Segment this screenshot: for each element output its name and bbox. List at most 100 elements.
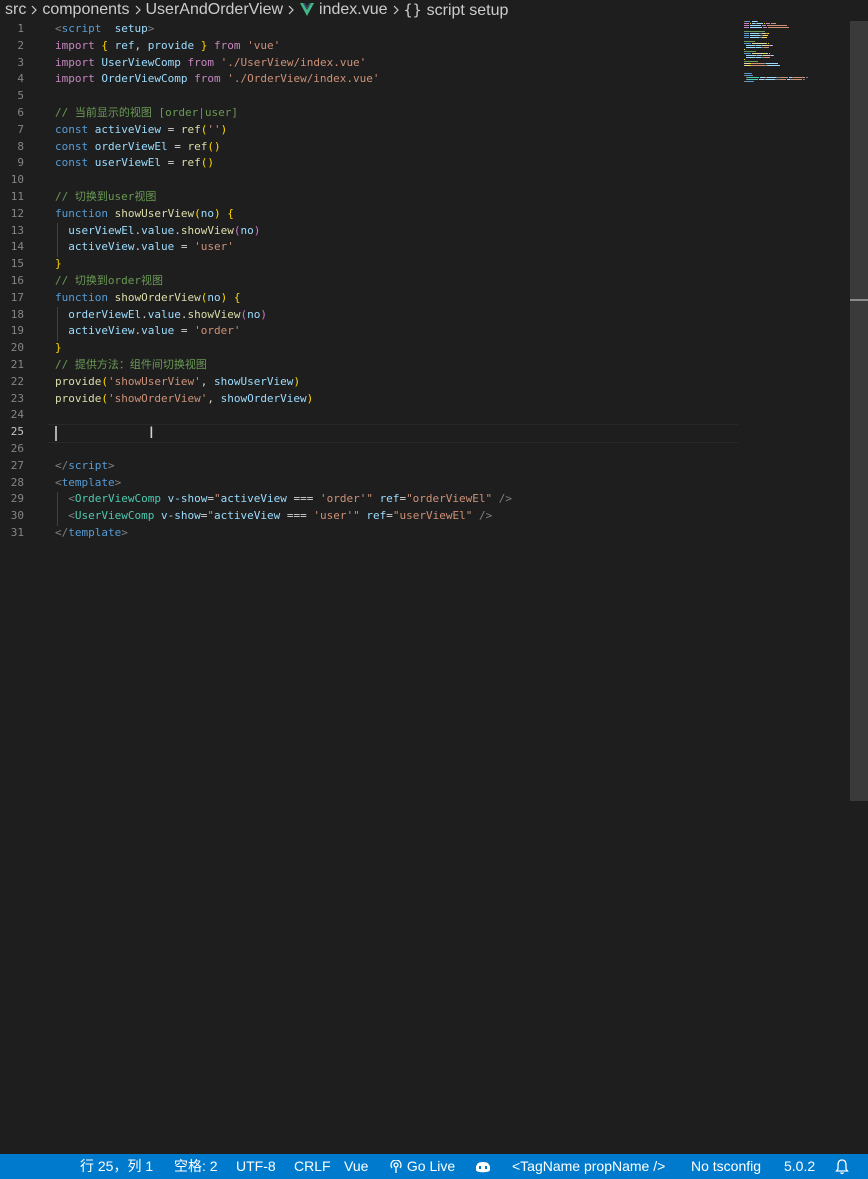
code-token: = [207,492,214,506]
code-line[interactable]: 27 </script> [0,458,850,475]
code-token: } [55,257,62,271]
line-number: 26 [10,442,24,455]
code-token: script [68,458,108,472]
minimap-stroke [750,37,759,38]
code-line[interactable]: 4 import OrderViewComp from './OrderView/… [0,71,850,88]
minimap-stroke [764,23,765,24]
code-line[interactable]: 2 import { ref, provide } from 'vue' [0,38,850,55]
code-token: const [55,122,89,136]
code-token: userViewEl [68,223,135,237]
status-ts-version[interactable]: 5.0.2 [784,1154,815,1179]
code-line[interactable]: 21 // 提供方法：组件间切换视图 [0,357,850,374]
code-token: /> [498,492,513,506]
minimap-stroke [806,77,808,78]
minimap-stroke [750,25,761,26]
status-indentation[interactable]: 空格: 2 [174,1154,218,1179]
minimap-stroke [764,57,770,58]
code-token: '' [207,122,221,136]
code-token: UserViewComp [101,55,181,69]
code-line[interactable]: 9 const userViewEl = ref() [0,155,850,172]
line-code: // 提供方法：组件间切换视图 [55,357,207,374]
code-token: { [227,206,234,220]
code-line[interactable]: 22 provide('showUserView', showUserView) [0,374,850,391]
line-number: 31 [10,526,24,539]
code-token: import [55,55,95,69]
code-line[interactable]: 8 const orderViewEl = ref() [0,139,850,156]
code-line[interactable]: 10 [0,172,850,189]
minimap-stroke [746,81,753,82]
code-line[interactable]: 12 function showUserView(no) { [0,206,850,223]
minimap-stroke [785,79,786,80]
code-editor[interactable]: 1 <script setup> 2 import { ref, provide } … [0,21,850,1153]
code-line[interactable]: 13 userViewEl.value.showView(no) [0,223,850,240]
code-token: ref [187,139,208,153]
code-line[interactable]: 3 import UserViewComp from './UserView/in… [0,55,850,72]
breadcrumb-item-components[interactable]: components [42,0,129,20]
breadcrumb-item-src[interactable]: src [5,0,26,20]
status-cursor-position[interactable]: 行 25，列 1 [80,1154,153,1179]
code-line[interactable]: 31 </template> [0,525,850,542]
status-encoding[interactable]: UTF-8 [236,1154,276,1179]
code-token: </ [55,458,69,472]
status-snippet[interactable]: <TagName propName /> [512,1154,665,1179]
code-line[interactable]: 18 orderViewEl.value.showView(no) [0,307,850,324]
line-code: const activeView = ref('') [55,122,227,139]
code-token: UserViewComp [74,509,155,523]
code-token: = [160,156,181,170]
code-token: showUserView [114,206,195,220]
code-line[interactable]: 28 <template> [0,475,850,492]
status-notifications[interactable] [835,1154,849,1179]
code-line[interactable]: 20} [0,340,850,357]
code-token: showView [187,307,241,321]
code-line[interactable]: 29 <OrderViewComp v-show="activeView ===… [0,491,850,508]
braces-icon: {} [403,1,422,19]
code-line[interactable]: 6 // 当前显示的视图 [order|user] [0,105,850,122]
breadcrumb-item-folder[interactable]: UserAndOrderView [146,0,284,20]
code-token: 'order' [194,324,241,338]
breadcrumb-item-symbol[interactable]: {} script setup [404,0,509,20]
code-line[interactable]: 11 // 切换到user视图 [0,189,850,206]
minimap-stroke [772,45,773,46]
code-token: provide [147,38,195,52]
line-number: 2 [17,38,24,52]
minimap-stroke [744,27,749,28]
minimap-stroke [764,47,769,48]
code-line[interactable]: 16 // 切换到order视图 [0,273,850,290]
code-token: 'showUserView' [107,374,201,388]
minimap-stroke [744,23,749,24]
code-line[interactable]: 1 <script setup> [0,21,850,38]
line-code: provide('showUserView', showUserView) [55,374,300,391]
status-tsconfig[interactable]: No tsconfig [691,1154,761,1179]
code-token: " [353,509,360,523]
code-token: 'order' [319,492,367,506]
line-code: activeView.value = 'user' [55,239,234,256]
status-eol[interactable]: CRLF [294,1154,331,1179]
minimap-stroke [751,65,765,66]
code-line[interactable]: 17 function showOrderView(no) { [0,290,850,307]
code-line[interactable]: 25 [0,424,850,441]
status-language[interactable]: Vue [344,1154,368,1179]
line-code: const orderViewEl = ref() [55,139,221,156]
code-token: , [200,374,214,388]
code-line[interactable]: 15} [0,256,850,273]
code-line[interactable]: 7 const activeView = ref('') [0,122,850,139]
code-line[interactable]: 26 [0,441,850,458]
code-line[interactable]: 23 provide('showOrderView', showOrderView… [0,391,850,408]
status-copilot[interactable] [474,1154,492,1179]
line-code: import UserViewComp from './UserView/ind… [55,55,366,72]
vertical-scrollbar[interactable] [850,21,868,801]
code-line[interactable]: 14 activeView.value = 'user' [0,239,850,256]
code-line[interactable]: 30 <UserViewComp v-show="activeView === … [0,508,850,525]
status-go-live[interactable]: Go Live [389,1154,455,1179]
code-line[interactable]: 5 [0,88,850,105]
code-line[interactable]: 19 activeView.value = 'order' [0,323,850,340]
breadcrumb-item-file[interactable]: index.vue [299,0,388,20]
minimap[interactable] [744,21,824,91]
code-line[interactable]: 24 [0,407,850,424]
line-code: </template> [55,525,128,542]
code-token: from [213,38,241,52]
code-token: value [141,240,175,254]
